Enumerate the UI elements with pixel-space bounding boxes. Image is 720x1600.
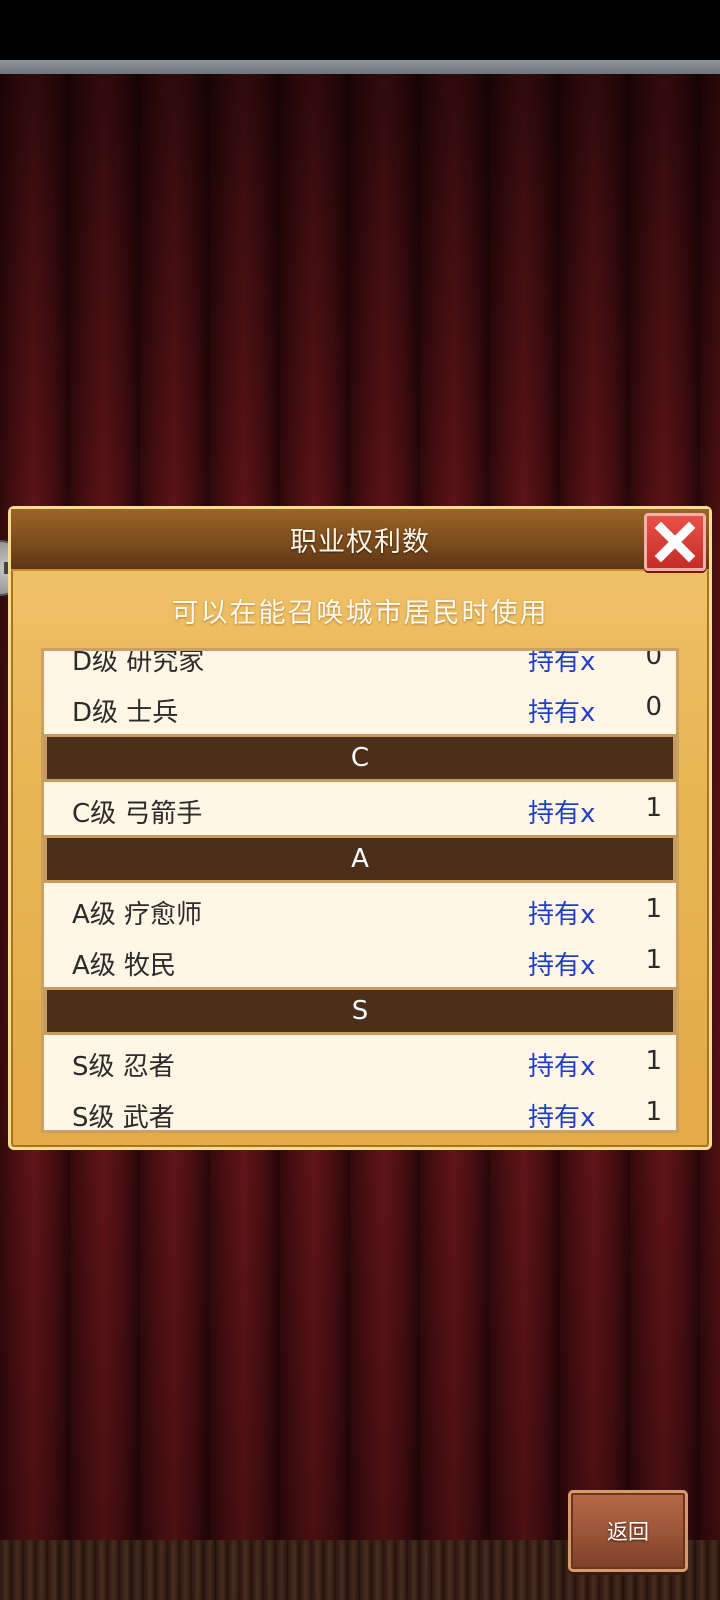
section-label: A bbox=[351, 844, 369, 874]
job-row[interactable]: D级 研究家 持有x 0 bbox=[44, 648, 676, 682]
job-row[interactable]: S级 忍者 持有x 1 bbox=[44, 1036, 676, 1087]
have-label: 持有x bbox=[528, 951, 596, 981]
dialog-title: 职业权利数 bbox=[290, 526, 430, 558]
have-label: 持有x bbox=[528, 698, 596, 728]
job-list-panel[interactable]: D级 研究家 持有x 0 D级 士兵 持有x 0 C C级 弓箭手 持有x 1 A A级 疗愈师 持有x… bbox=[41, 648, 679, 1133]
close-button[interactable] bbox=[644, 513, 706, 571]
back-button-label: 返回 bbox=[607, 1520, 649, 1544]
job-name: D级 研究家 bbox=[72, 648, 205, 677]
section-header-c: C bbox=[44, 734, 676, 782]
have-count: 1 bbox=[645, 1097, 662, 1127]
job-name: C级 弓箭手 bbox=[72, 799, 203, 829]
section-header-a: A bbox=[44, 835, 676, 883]
job-name: S级 忍者 bbox=[72, 1052, 175, 1082]
have-label: 持有x bbox=[528, 648, 596, 677]
job-row[interactable]: A级 牧民 持有x 1 bbox=[44, 935, 676, 986]
close-icon bbox=[654, 521, 696, 563]
have-label: 持有x bbox=[528, 1103, 596, 1133]
dialog-header: 职业权利数 bbox=[11, 509, 709, 571]
have-label: 持有x bbox=[528, 799, 596, 829]
job-name: D级 士兵 bbox=[72, 698, 179, 728]
have-label: 持有x bbox=[528, 1052, 596, 1082]
job-row[interactable]: S级 武者 持有x 1 bbox=[44, 1087, 676, 1133]
section-label: C bbox=[350, 743, 370, 773]
job-name: A级 牧民 bbox=[72, 951, 177, 981]
have-count: 0 bbox=[645, 692, 662, 722]
have-count: 1 bbox=[645, 945, 662, 975]
job-rights-dialog: 职业权利数 可以在能召唤城市居民时使用 D级 研究家 持有x 0 D级 士兵 持有x 0 C… bbox=[8, 506, 712, 1150]
back-button[interactable]: 返回 bbox=[568, 1490, 688, 1572]
section-header-s: S bbox=[44, 987, 676, 1035]
job-row[interactable]: C级 弓箭手 持有x 1 bbox=[44, 783, 676, 834]
job-list: D级 研究家 持有x 0 D级 士兵 持有x 0 C C级 弓箭手 持有x 1 A A级 疗愈师 持有x… bbox=[44, 648, 676, 1133]
job-name: A级 疗愈师 bbox=[72, 900, 203, 930]
have-count: 1 bbox=[645, 793, 662, 823]
have-count: 0 bbox=[645, 648, 662, 671]
have-count: 1 bbox=[645, 1046, 662, 1076]
dialog-subtitle: 可以在能召唤城市居民时使用 bbox=[171, 598, 549, 629]
status-bar bbox=[0, 0, 720, 60]
have-label: 持有x bbox=[528, 900, 596, 930]
job-name: S级 武者 bbox=[72, 1103, 175, 1133]
top-strip bbox=[0, 60, 720, 74]
job-row[interactable]: A级 疗愈师 持有x 1 bbox=[44, 884, 676, 935]
section-label: S bbox=[351, 996, 369, 1026]
job-row[interactable]: D级 士兵 持有x 0 bbox=[44, 682, 676, 733]
have-count: 1 bbox=[645, 894, 662, 924]
